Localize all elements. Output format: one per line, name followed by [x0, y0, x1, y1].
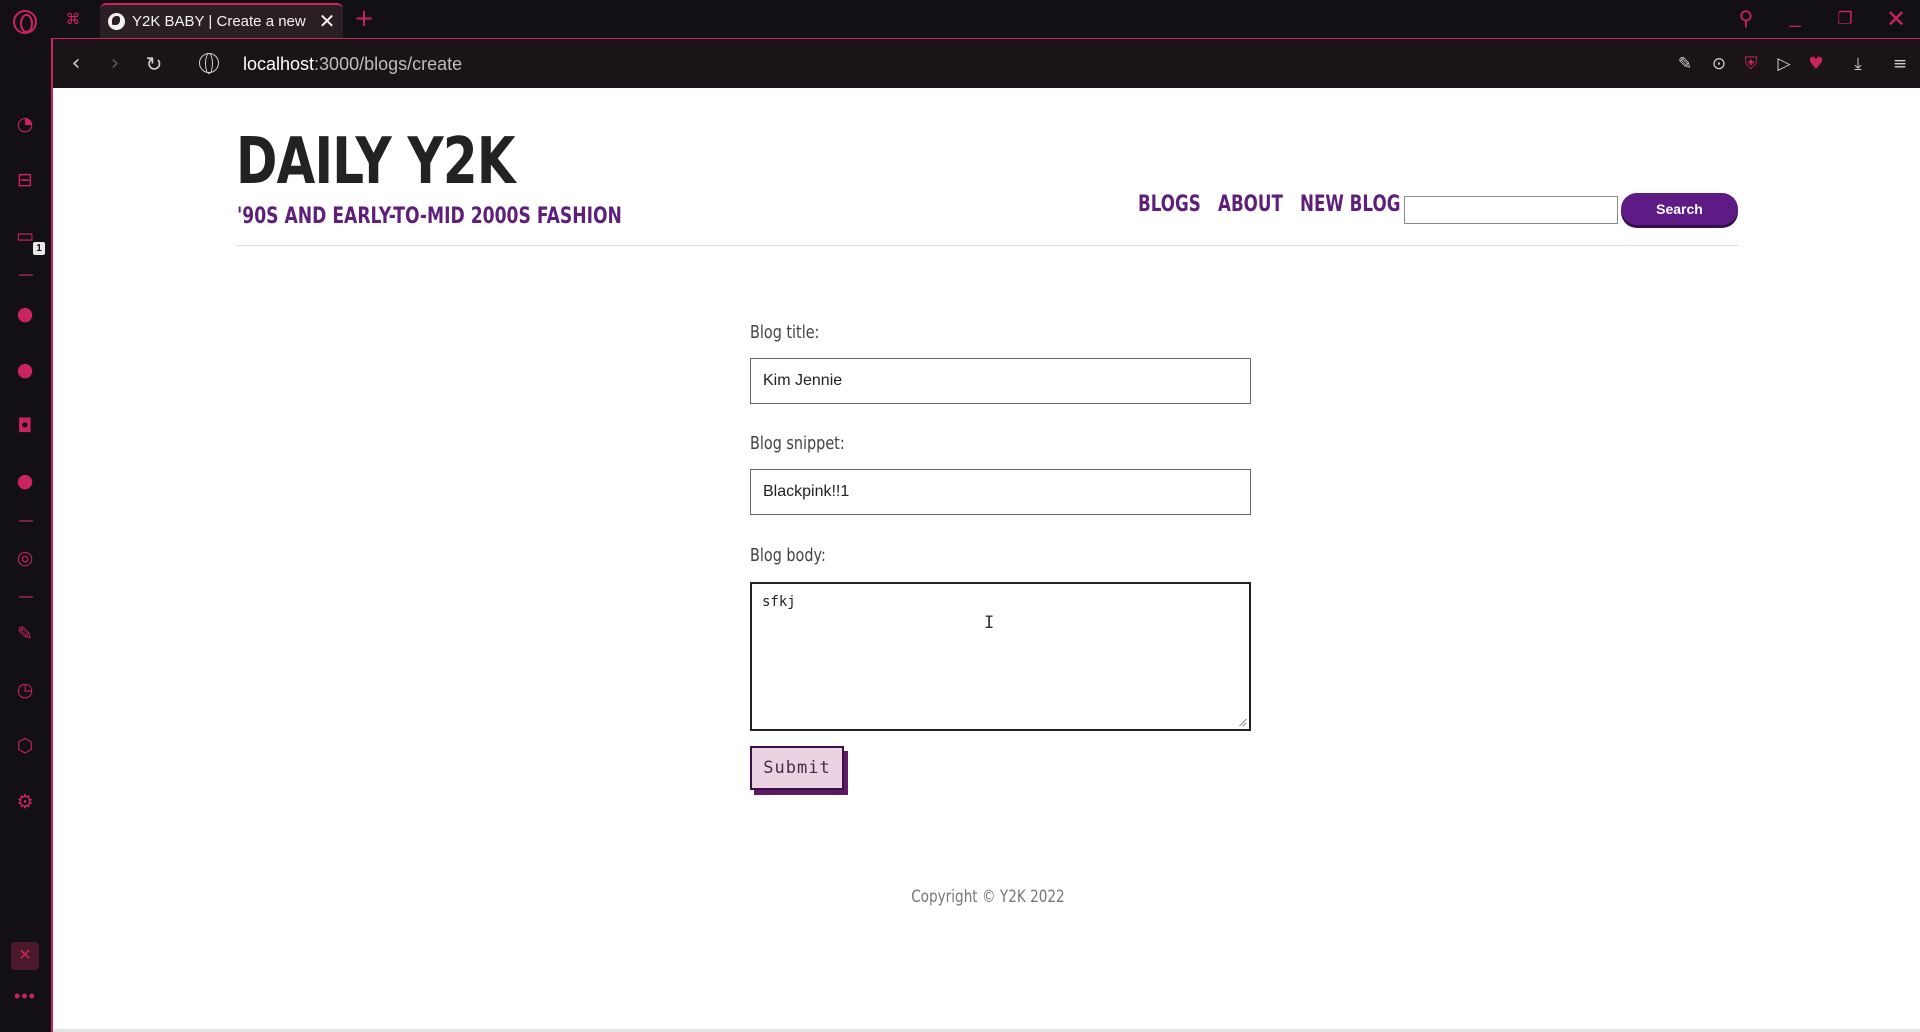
more-icon[interactable]: ••• [11, 986, 39, 1006]
history-icon[interactable]: ◷ [13, 678, 37, 702]
site-title: DAILY Y2K [236, 125, 516, 199]
gaming-icon[interactable]: ⌘ [62, 11, 84, 27]
camera-icon[interactable]: ⊙ [1708, 52, 1730, 76]
resize-handle-icon[interactable] [1236, 716, 1248, 728]
extensions-icon[interactable]: ⬡ [13, 734, 37, 758]
site-info-globe-icon[interactable] [199, 53, 219, 74]
pinboard-icon[interactable]: ✎ [13, 622, 37, 646]
blog-snippet-label: Blog snippet: [750, 433, 845, 454]
url-path: :3000/blogs/create [314, 54, 463, 74]
restore-icon[interactable]: ❐ [1832, 6, 1858, 32]
tab-bar: ⌘ Y2K BABY | Create a new blog ✕ + ⚲ _ ❐… [0, 0, 1920, 38]
nav-link-about[interactable]: ABOUT [1218, 192, 1283, 218]
tab-active[interactable]: Y2K BABY | Create a new blog ✕ [100, 3, 343, 38]
nav-link-blogs[interactable]: BLOGS [1138, 192, 1201, 218]
back-arrow-icon[interactable]: ‹ [63, 51, 89, 77]
new-tab-plus-icon[interactable]: + [352, 4, 376, 32]
sidebar-divider [19, 520, 33, 522]
nav-link-new-blog[interactable]: NEW BLOG [1300, 192, 1400, 218]
search-button[interactable]: Search [1621, 193, 1738, 225]
sidebar-divider [19, 596, 33, 598]
browser-sidebar: ◔ ⊟ ▭ 1 ● ● ◘ ● ◎ ✎ ◷ ⬡ ⚙ ✕ ••• [0, 88, 51, 1032]
blog-snippet-input[interactable] [750, 469, 1251, 515]
page-viewport: DAILY Y2K '90S AND EARLY-TO-MID 2000S FA… [51, 88, 1920, 1032]
player-icon[interactable]: ◎ [13, 546, 37, 570]
footer-copyright: Copyright © Y2K 2022 [53, 886, 1920, 908]
close-icon[interactable]: ✕ [316, 9, 338, 33]
address-bar: ‹ › ↻ localhost:3000/blogs/create ✎ ⊙ ⛨ … [51, 38, 1920, 88]
tab-title: Y2K BABY | Create a new blog [132, 13, 310, 30]
minimize-icon[interactable]: _ [1782, 6, 1808, 32]
instagram-icon[interactable]: ◘ [13, 414, 37, 438]
sidebar-divider [19, 274, 33, 276]
send-icon[interactable]: ▷ [1773, 52, 1795, 76]
url-field[interactable]: localhost:3000/blogs/create [243, 53, 462, 75]
shield-icon[interactable]: ⛨ [1740, 52, 1762, 76]
text-cursor-icon: I [984, 613, 995, 633]
telegram-icon[interactable]: ● [13, 358, 37, 382]
opera-logo-icon[interactable] [13, 10, 37, 34]
aria-icon[interactable]: ✕ [11, 942, 39, 970]
window-close-icon[interactable]: ✕ [1882, 5, 1910, 33]
messenger-icon[interactable]: ● [13, 302, 37, 326]
twitter-icon[interactable]: ● [13, 469, 37, 493]
globe-favicon-icon [108, 13, 125, 30]
url-host: localhost [243, 54, 315, 74]
shopping-icon[interactable]: ⊟ [13, 168, 37, 192]
forward-arrow-icon[interactable]: › [102, 51, 128, 77]
copyright-text: Copyright © Y2K 2022 [910, 887, 1065, 907]
speed-dial-icon[interactable]: ◔ [13, 112, 37, 136]
download-icon[interactable]: ⤓ [1847, 52, 1869, 76]
edit-icon[interactable]: ✎ [1674, 52, 1696, 76]
heart-icon[interactable]: ♥ [1805, 52, 1827, 76]
blog-title-label: Blog title: [750, 322, 820, 343]
reload-icon[interactable]: ↻ [141, 51, 167, 77]
blog-body-textarea[interactable]: sfkj [750, 582, 1251, 731]
settings-icon[interactable]: ⚙ [13, 790, 37, 814]
blog-title-input[interactable] [750, 358, 1251, 404]
submit-button[interactable]: Submit [750, 746, 844, 790]
notification-badge: 1 [33, 242, 45, 255]
blog-body-label: Blog body: [750, 545, 826, 566]
search-tabs-icon[interactable]: ⚲ [1733, 6, 1759, 32]
easy-setup-icon[interactable]: ≡ [1889, 52, 1911, 76]
site-subtitle: '90S AND EARLY-TO-MID 2000S FASHION [237, 204, 622, 229]
header-divider [236, 245, 1738, 246]
search-input[interactable] [1404, 196, 1618, 224]
